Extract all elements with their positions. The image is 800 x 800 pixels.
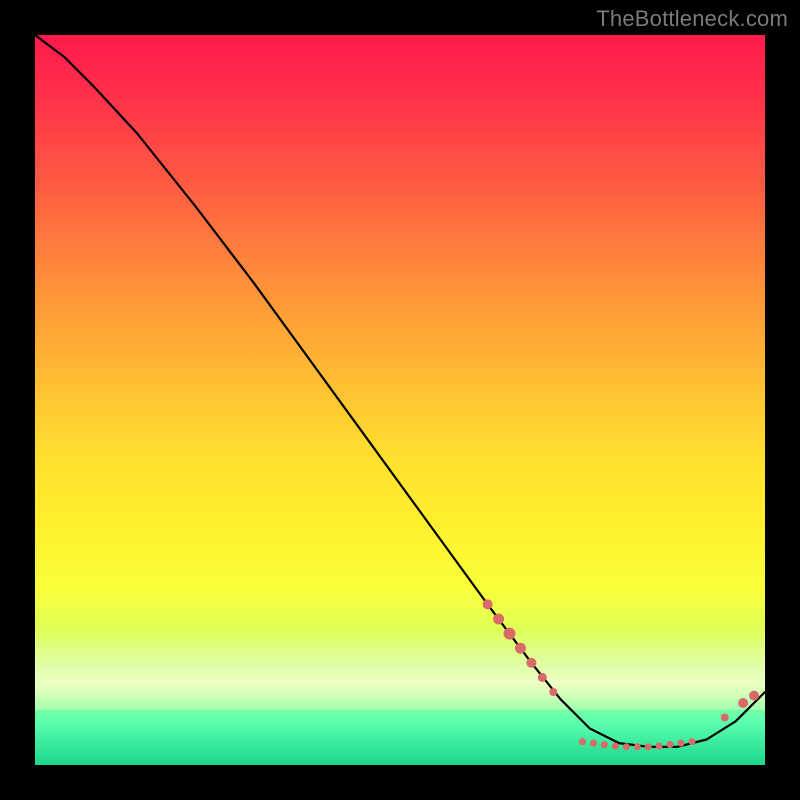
data-point-marker: [493, 614, 504, 625]
data-point-marker: [689, 738, 696, 745]
data-point-marker: [549, 688, 557, 696]
data-point-marker: [538, 673, 547, 682]
data-point-marker: [579, 738, 586, 745]
data-point-marker: [721, 714, 729, 722]
data-point-marker: [634, 743, 641, 750]
data-point-marker: [749, 691, 759, 701]
attribution-text: TheBottleneck.com: [596, 6, 788, 32]
chart-frame: TheBottleneck.com: [0, 0, 800, 800]
data-point-marker: [483, 599, 493, 609]
data-point-marker: [645, 743, 652, 750]
data-point-marker: [623, 743, 630, 750]
curve-markers: [483, 599, 759, 750]
data-point-marker: [656, 743, 663, 750]
data-point-marker: [601, 741, 608, 748]
data-point-marker: [526, 658, 536, 668]
data-point-marker: [504, 628, 516, 640]
plot-area: [35, 35, 765, 765]
data-point-marker: [515, 643, 526, 654]
data-point-marker: [667, 741, 674, 748]
data-point-marker: [738, 698, 748, 708]
data-point-marker: [678, 740, 685, 747]
curve-layer: [35, 35, 765, 765]
data-point-marker: [612, 743, 619, 750]
data-point-marker: [590, 740, 597, 747]
bottleneck-curve: [35, 35, 765, 747]
